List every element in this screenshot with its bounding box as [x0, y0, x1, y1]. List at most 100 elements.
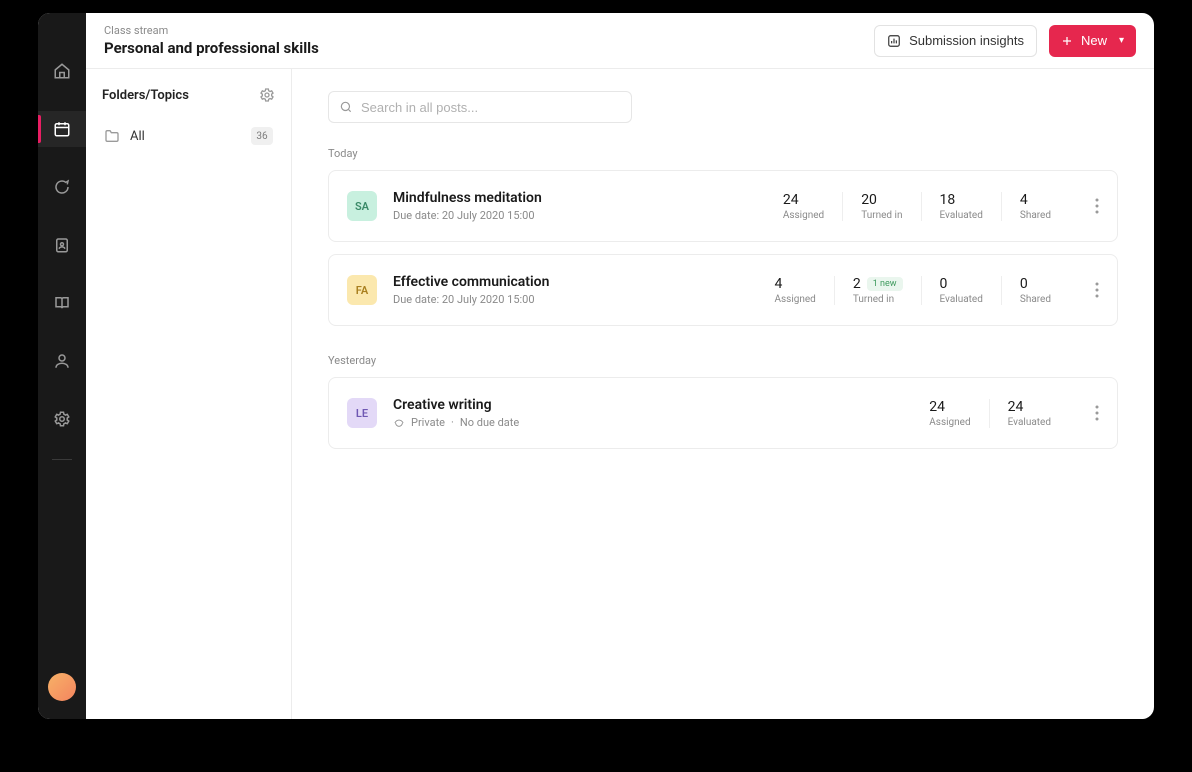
submission-insights-label: Submission insights [909, 33, 1024, 48]
app-window: Class stream Personal and professional s… [38, 13, 1154, 719]
stat-label: Assigned [929, 417, 970, 428]
stat-label: Turned in [861, 210, 902, 221]
stat-label: Evaluated [940, 294, 983, 305]
stat-value: 4 [774, 276, 815, 292]
group-label: Yesterday [328, 354, 1118, 367]
post-menu-button[interactable] [1085, 194, 1099, 218]
stat-label: Evaluated [1008, 417, 1051, 428]
post-title: Creative writing [393, 397, 895, 413]
post-subtitle: Due date: 20 July 2020 15:00 [393, 209, 749, 222]
calendar-icon [53, 120, 71, 138]
post-card[interactable]: SA Mindfulness meditation Due date: 20 J… [328, 170, 1118, 242]
new-button-label: New [1081, 33, 1107, 48]
nav-chat[interactable] [38, 169, 86, 205]
post-body: Mindfulness meditation Due date: 20 July… [393, 190, 749, 222]
post-card[interactable]: FA Effective communication Due date: 20 … [328, 254, 1118, 326]
stat-evaluated: 0 Evaluated [921, 276, 1001, 305]
nav-divider [52, 459, 72, 460]
stat-turned in: 21 new Turned in [834, 276, 921, 305]
plus-icon [1061, 35, 1073, 47]
folder-name: All [130, 129, 241, 144]
due-date: Due date: 20 July 2020 15:00 [393, 293, 535, 306]
post-title: Mindfulness meditation [393, 190, 749, 206]
kebab-icon [1095, 198, 1099, 214]
user-icon [53, 352, 71, 370]
stat-assigned: 24 Assigned [765, 192, 842, 221]
post-badge: LE [347, 398, 377, 428]
folder-item[interactable]: All 36 [102, 121, 275, 151]
kebab-icon [1095, 282, 1099, 298]
submission-insights-button[interactable]: Submission insights [874, 25, 1037, 57]
stat-label: Shared [1020, 294, 1051, 305]
stat-evaluated: 18 Evaluated [921, 192, 1001, 221]
search-box[interactable] [328, 91, 632, 123]
post-menu-button[interactable] [1085, 401, 1099, 425]
gear-icon [259, 87, 275, 103]
clipboard-user-icon [53, 236, 71, 254]
stat-label: Shared [1020, 210, 1051, 221]
posts-panel: Today SA Mindfulness meditation Due date… [292, 69, 1154, 719]
stat-shared: 4 Shared [1001, 192, 1069, 221]
stat-label: Evaluated [940, 210, 983, 221]
stat-label: Assigned [783, 210, 824, 221]
nav-home[interactable] [38, 53, 86, 89]
new-button[interactable]: New ▾ [1049, 25, 1136, 57]
chevron-down-icon: ▾ [1119, 35, 1124, 46]
nav-library[interactable] [38, 285, 86, 321]
nav-assignments[interactable] [38, 227, 86, 263]
stat-label: Assigned [774, 294, 815, 305]
stat-value: 21 new [853, 276, 903, 292]
post-menu-button[interactable] [1085, 278, 1099, 302]
stat-value: 18 [940, 192, 983, 208]
stat-evaluated: 24 Evaluated [989, 399, 1069, 428]
post-list: SA Mindfulness meditation Due date: 20 J… [328, 170, 1118, 326]
post-body: Creative writing Private·No due date [393, 397, 895, 429]
stat-assigned: 24 Assigned [911, 399, 988, 428]
folders-panel: Folders/Topics All 36 [86, 69, 292, 719]
stat-value: 0 [940, 276, 983, 292]
nav-people[interactable] [38, 343, 86, 379]
post-subtitle: Private·No due date [393, 416, 895, 429]
group-label: Today [328, 147, 1118, 160]
folders-list: All 36 [102, 121, 275, 151]
stat-value: 24 [929, 399, 970, 415]
gear-icon [53, 410, 71, 428]
post-groups: Today SA Mindfulness meditation Due date… [328, 147, 1118, 449]
header-titles: Class stream Personal and professional s… [104, 24, 874, 57]
folders-title: Folders/Topics [102, 88, 189, 103]
post-title: Effective communication [393, 274, 740, 290]
post-badge: SA [347, 191, 377, 221]
search-icon [339, 100, 353, 114]
user-avatar[interactable] [48, 673, 76, 701]
post-badge: FA [347, 275, 377, 305]
stat-value: 24 [1008, 399, 1051, 415]
private-icon [393, 418, 405, 428]
nav-settings[interactable] [38, 401, 86, 437]
folder-count: 36 [251, 127, 273, 145]
chat-icon [53, 178, 71, 196]
content: Folders/Topics All 36 Today SA Mindfulne… [86, 69, 1154, 719]
home-icon [53, 62, 71, 80]
main: Class stream Personal and professional s… [86, 13, 1154, 719]
post-body: Effective communication Due date: 20 Jul… [393, 274, 740, 306]
private-label: Private [411, 416, 445, 429]
post-list: LE Creative writing Private·No due date … [328, 377, 1118, 449]
stat-label: Turned in [853, 294, 903, 305]
stat-shared: 0 Shared [1001, 276, 1069, 305]
nav-stream[interactable] [38, 111, 86, 147]
search-input[interactable] [361, 100, 621, 115]
stat-assigned: 4 Assigned [756, 276, 833, 305]
post-stats: 24 Assigned 20 Turned in 18 Evaluated 4 … [765, 192, 1069, 221]
due-date: No due date [460, 416, 519, 429]
post-stats: 24 Assigned 24 Evaluated [911, 399, 1069, 428]
stat-value: 24 [783, 192, 824, 208]
folders-settings-button[interactable] [259, 87, 275, 103]
post-subtitle: Due date: 20 July 2020 15:00 [393, 293, 740, 306]
post-card[interactable]: LE Creative writing Private·No due date … [328, 377, 1118, 449]
bar-chart-icon [887, 34, 901, 48]
page-title: Personal and professional skills [104, 39, 874, 57]
folders-header: Folders/Topics [102, 87, 275, 103]
sidebar-nav [38, 13, 86, 719]
folder-icon [104, 128, 120, 144]
stat-turned in: 20 Turned in [842, 192, 920, 221]
